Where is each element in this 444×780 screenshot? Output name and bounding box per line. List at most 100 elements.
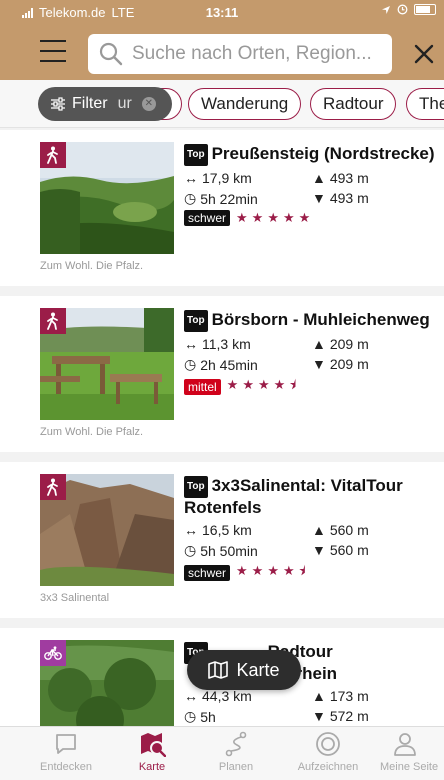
- ascent: ▲ 560 m: [312, 522, 369, 538]
- duration: ◷ 5h 50min: [184, 542, 258, 559]
- duration: ◷ 2h 45min: [184, 356, 258, 373]
- tab-meine-seite[interactable]: Meine Seite: [372, 731, 444, 773]
- distance: ↔ 16,5 km: [184, 522, 252, 538]
- tour-photo: [40, 640, 174, 726]
- menu-icon[interactable]: [40, 40, 66, 62]
- descent: ▼ 572 m: [312, 708, 369, 724]
- close-icon[interactable]: [408, 38, 440, 70]
- descent-icon: ▼: [312, 356, 326, 372]
- rating-row: mittel ★★★★⯨: [184, 376, 440, 398]
- clear-filter-icon[interactable]: ✕: [141, 97, 156, 111]
- hiking-icon: [40, 308, 66, 334]
- distance: ↔ 17,9 km: [184, 170, 252, 186]
- tab-entdecken[interactable]: Entdecken: [22, 731, 110, 773]
- tour-card[interactable]: Zum Wohl. Die Pfalz. Top Preußensteig (No…: [0, 130, 444, 286]
- map-icon: [141, 733, 166, 757]
- descent: ▼ 493 m: [312, 190, 369, 206]
- status-icons: [381, 4, 436, 15]
- filter-hidden-text: ur: [117, 95, 132, 112]
- chip-themen[interactable]: The: [406, 88, 444, 120]
- filter-button[interactable]: Filter ur ✕: [38, 87, 172, 121]
- clock-icon: ◷: [184, 356, 197, 372]
- star-rating: ★★★★⯨: [236, 563, 310, 578]
- distance-icon: ↔: [184, 522, 198, 538]
- difficulty-badge: schwer: [184, 565, 231, 581]
- ascent-icon: ▲: [312, 688, 326, 704]
- photo-credit: 3x3 Salinental: [40, 592, 110, 604]
- tour-info: Top Börsborn - Muhleichenweg ↔ 11,3 km ▲ 20…: [184, 310, 440, 398]
- tour-title[interactable]: Top 3x3Salinental: VitalTour Rotenfels: [184, 476, 440, 518]
- alarm-icon: [397, 4, 408, 15]
- rating-row: schwer ★★★★★: [184, 210, 440, 226]
- distance: ↔ 44,3 km: [184, 688, 252, 704]
- clock-icon: ◷: [184, 542, 197, 558]
- descent-icon: ▼: [312, 190, 326, 206]
- route-icon: [225, 731, 247, 757]
- tour-card[interactable]: 3x3 Salinental Top 3x3Salinental: VitalTo…: [0, 462, 444, 618]
- map-icon: [208, 661, 229, 679]
- tour-title[interactable]: Top Börsborn - Muhleichenweg: [184, 310, 440, 332]
- tour-card[interactable]: Zum Wohl. Die Pfalz. Top Börsborn - Muhle…: [0, 296, 444, 452]
- tour-photo: [40, 308, 174, 420]
- user-icon: [394, 733, 416, 756]
- clock-icon: ◷: [184, 708, 197, 724]
- ascent: ▲ 493 m: [312, 170, 369, 186]
- tab-aufzeichnen[interactable]: Aufzeichnen: [284, 731, 372, 773]
- top-badge: Top: [184, 476, 208, 498]
- tab-karte[interactable]: Karte: [108, 731, 196, 773]
- search-input[interactable]: [132, 43, 382, 65]
- tour-photo: [40, 474, 174, 586]
- battery-icon: [414, 4, 436, 15]
- distance-icon: ↔: [184, 170, 198, 186]
- ascent: ▲ 209 m: [312, 336, 369, 352]
- search-box[interactable]: [88, 34, 392, 74]
- tour-stats: ↔ 16,5 km ▲ 560 m ◷ 5h 50min ▼ 560 m: [184, 522, 440, 562]
- bike-icon: [40, 640, 66, 666]
- hiking-icon: [40, 142, 66, 168]
- photo-credit: Zum Wohl. Die Pfalz.: [40, 260, 144, 272]
- difficulty-badge: mittel: [184, 379, 221, 395]
- descent-icon: ▼: [312, 708, 326, 724]
- distance-icon: ↔: [184, 688, 198, 704]
- ascent-icon: ▲: [312, 336, 326, 352]
- rating-row: schwer ★★★★⯨: [184, 562, 440, 584]
- map-button-label: Karte: [236, 659, 280, 680]
- ascent-icon: ▲: [312, 170, 326, 186]
- record-icon: [316, 732, 340, 756]
- star-rating: ★★★★★: [236, 210, 315, 225]
- ascent-icon: ▲: [312, 522, 326, 538]
- star-rating: ★★★★⯨: [226, 377, 301, 392]
- chip-radtour[interactable]: Radtour: [310, 88, 397, 120]
- clock-icon: ◷: [184, 190, 197, 206]
- bottom-tab-bar: Entdecken Karte Planen Aufzeichnen Meine…: [0, 726, 444, 780]
- location-arrow-icon: [382, 5, 390, 14]
- tab-planen[interactable]: Planen: [192, 731, 280, 773]
- descent-icon: ▼: [312, 542, 326, 558]
- app-header: Telekom.de LTE 13:11: [0, 0, 444, 80]
- status-bar: Telekom.de LTE 13:11: [0, 0, 444, 26]
- ascent: ▲ 173 m: [312, 688, 369, 704]
- filter-label: Filter: [72, 95, 108, 112]
- difficulty-badge: schwer: [184, 210, 231, 226]
- chip-wanderung[interactable]: Wanderung: [188, 88, 302, 120]
- chat-icon: [56, 734, 76, 754]
- tour-title[interactable]: Top Preußensteig (Nordstrecke): [184, 144, 440, 166]
- descent: ▼ 209 m: [312, 356, 369, 372]
- top-badge: Top: [184, 144, 208, 166]
- map-button[interactable]: Karte: [187, 650, 301, 690]
- distance: ↔ 11,3 km: [184, 336, 251, 352]
- duration: ◷ 5h 22min: [184, 190, 258, 207]
- distance-icon: ↔: [184, 336, 198, 352]
- tour-info: Top 3x3Salinental: VitalTour Rotenfels ↔ 1…: [184, 476, 440, 584]
- top-badge: Top: [184, 310, 208, 332]
- descent: ▼ 560 m: [312, 542, 369, 558]
- photo-credit: Zum Wohl. Die Pfalz.: [40, 426, 144, 438]
- tour-photo: [40, 142, 174, 254]
- duration: ◷ 5h: [184, 708, 216, 725]
- search-icon: [99, 42, 123, 66]
- tour-stats: ↔ 17,9 km ▲ 493 m ◷ 5h 22min ▼ 493 m: [184, 170, 440, 210]
- hiking-icon: [40, 474, 66, 500]
- clock: 13:11: [205, 5, 239, 20]
- sliders-icon: [51, 97, 65, 111]
- tour-info: Top Preußensteig (Nordstrecke) ↔ 17,9 km ▲…: [184, 144, 440, 226]
